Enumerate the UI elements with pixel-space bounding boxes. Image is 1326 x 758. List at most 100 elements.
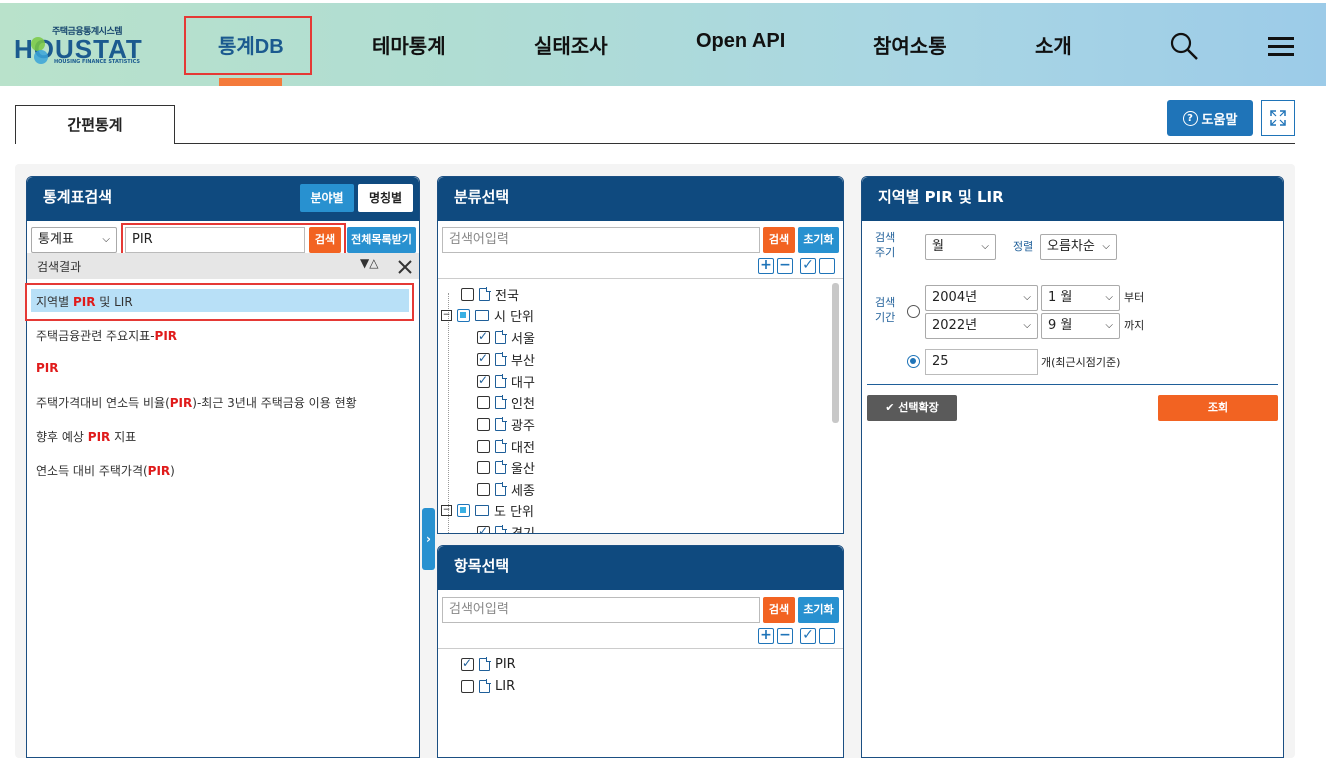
tab-simple-stats[interactable]: 간편통계 xyxy=(15,105,175,144)
nav-stat-db[interactable]: 통계DB xyxy=(218,30,284,59)
period-range-radio[interactable] xyxy=(907,305,920,318)
stat-search-input[interactable]: PIR xyxy=(125,227,305,253)
from-month-select[interactable]: 1 월 ⌵ xyxy=(1041,285,1120,311)
document-icon xyxy=(479,679,491,693)
document-icon xyxy=(479,657,491,671)
sort-select[interactable]: 오름차순 ⌵ xyxy=(1040,234,1117,260)
document-icon xyxy=(495,352,507,366)
item-search-button[interactable]: 검색 xyxy=(763,597,795,623)
checkbox[interactable] xyxy=(477,417,490,431)
filter-select-value: 통계표 xyxy=(38,232,74,247)
checkbox[interactable] xyxy=(461,287,474,301)
collapse-all-icon[interactable]: − xyxy=(777,628,793,644)
tree-node-city[interactable]: − 시 단위 xyxy=(441,306,534,325)
document-icon xyxy=(479,287,491,301)
result-item[interactable]: 지역별 PIR 및 LIR xyxy=(36,293,133,310)
collapse-node-icon[interactable]: − xyxy=(441,504,452,516)
expand-all-icon[interactable]: + xyxy=(758,258,774,274)
collapse-all-icon[interactable]: − xyxy=(777,258,793,274)
fullscreen-button[interactable] xyxy=(1261,100,1295,136)
category-search-button[interactable]: 검색 xyxy=(763,227,795,253)
uncheck-all-icon[interactable] xyxy=(819,258,835,274)
tree-node-busan[interactable]: 부산 xyxy=(477,350,535,369)
checkbox[interactable] xyxy=(477,439,490,453)
recent-count-radio[interactable] xyxy=(907,355,920,368)
nav-open-api[interactable]: Open API xyxy=(696,30,785,53)
filter-select[interactable]: 통계표 ⌵ xyxy=(31,227,117,253)
result-item[interactable]: 주택가격대비 연소득 비율(PIR)-최근 3년내 주택금융 이용 현황 xyxy=(36,394,357,411)
tree-node-pir[interactable]: PIR xyxy=(461,655,516,673)
recent-count-input[interactable]: 25 xyxy=(925,349,1038,375)
collapse-node-icon[interactable]: − xyxy=(441,309,452,321)
check-all-icon[interactable]: ✓ xyxy=(800,258,816,274)
check-all-icon[interactable]: ✓ xyxy=(800,628,816,644)
category-search-input[interactable]: 검색어입력 xyxy=(442,227,760,253)
by-field-button[interactable]: 분야별 xyxy=(300,184,354,212)
checkbox[interactable] xyxy=(457,503,470,517)
download-all-button[interactable]: 전체목록받기 xyxy=(347,227,416,253)
nav-survey[interactable]: 실태조사 xyxy=(534,30,608,59)
help-button[interactable]: ? 도움말 xyxy=(1167,100,1253,136)
search-icon[interactable] xyxy=(1169,31,1199,61)
tree-node-national[interactable]: 전국 xyxy=(461,285,519,304)
checkbox[interactable] xyxy=(477,373,490,388)
checkbox[interactable] xyxy=(477,395,490,409)
recent-suffix: 개(최근시점기준) xyxy=(1041,356,1121,369)
divider xyxy=(867,384,1278,385)
result-item[interactable]: 주택금융관련 주요지표-PIR xyxy=(36,327,177,344)
expand-all-icon[interactable]: + xyxy=(758,628,774,644)
from-year-select[interactable]: 2004년 ⌵ xyxy=(925,285,1038,311)
divider xyxy=(438,648,843,649)
item-search-input[interactable]: 검색어입력 xyxy=(442,597,760,623)
tree-node-ulsan[interactable]: 울산 xyxy=(477,458,535,477)
checkbox[interactable] xyxy=(477,482,490,496)
to-month-select[interactable]: 9 월 ⌵ xyxy=(1041,313,1120,339)
sort-icon[interactable]: ▼△ xyxy=(360,256,378,270)
cycle-select[interactable]: 월 ⌵ xyxy=(925,234,996,260)
checkbox[interactable] xyxy=(477,524,490,533)
document-icon xyxy=(495,417,507,431)
expand-selection-button[interactable]: ✔ 선택확장 xyxy=(867,395,957,421)
nav-theme-stats[interactable]: 테마통계 xyxy=(372,30,446,59)
tree-node-gwangju[interactable]: 광주 xyxy=(477,415,535,434)
from-suffix: 부터 xyxy=(1124,291,1145,304)
result-item[interactable]: 향후 예상 PIR 지표 xyxy=(36,428,136,445)
close-icon[interactable] xyxy=(398,260,412,274)
result-item[interactable]: PIR xyxy=(36,361,59,375)
item-reset-button[interactable]: 초기화 xyxy=(798,597,839,623)
checkbox[interactable] xyxy=(457,308,470,322)
nav-about[interactable]: 소개 xyxy=(1035,30,1072,59)
tree-node-province[interactable]: − 도 단위 xyxy=(441,501,534,520)
category-reset-button[interactable]: 초기화 xyxy=(798,227,839,253)
stat-search-button[interactable]: 검색 xyxy=(309,227,341,253)
chevron-down-icon: ⌵ xyxy=(1105,292,1113,303)
checkbox[interactable] xyxy=(477,460,490,474)
tree-node-sejong[interactable]: 세종 xyxy=(477,480,535,499)
checkbox[interactable] xyxy=(461,656,474,671)
period-label: 검색 기간 xyxy=(875,296,896,324)
tree-node-lir[interactable]: LIR xyxy=(461,677,515,695)
tree-node-seoul[interactable]: 서울 xyxy=(477,328,535,347)
result-item[interactable]: 연소득 대비 주택가격(PIR) xyxy=(36,462,175,479)
collapse-handle[interactable]: › xyxy=(422,508,435,570)
scrollbar[interactable] xyxy=(832,283,839,423)
tree-node-gyeonggi[interactable]: 경기 xyxy=(477,523,535,533)
to-year-select[interactable]: 2022년 ⌵ xyxy=(925,313,1038,339)
checkbox[interactable] xyxy=(477,351,490,366)
query-button[interactable]: 조회 xyxy=(1158,395,1278,421)
chevron-down-icon: ⌵ xyxy=(102,234,110,245)
checkbox[interactable] xyxy=(461,679,474,693)
document-icon xyxy=(495,482,507,496)
uncheck-all-icon[interactable] xyxy=(819,628,835,644)
nav-community[interactable]: 참여소통 xyxy=(873,30,947,59)
menu-icon[interactable] xyxy=(1268,36,1294,58)
tree-tools: + − ✓ xyxy=(758,628,835,644)
nav-active-indicator xyxy=(219,78,282,86)
to-year-value: 2022년 xyxy=(932,318,978,333)
by-name-button[interactable]: 명칭별 xyxy=(358,184,413,212)
cycle-value: 월 xyxy=(932,239,944,254)
checkbox[interactable] xyxy=(477,329,490,344)
tree-node-incheon[interactable]: 인천 xyxy=(477,393,535,412)
tree-node-daejeon[interactable]: 대전 xyxy=(477,437,535,456)
tree-node-daegu[interactable]: 대구 xyxy=(477,372,535,391)
